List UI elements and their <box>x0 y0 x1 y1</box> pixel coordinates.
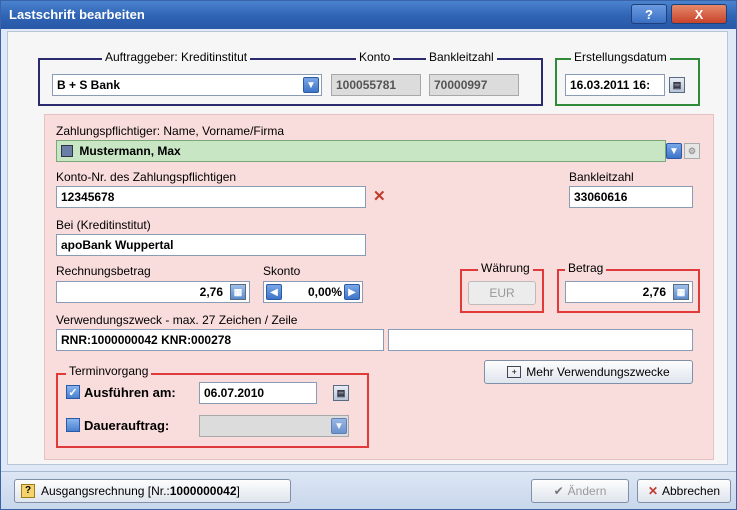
ausfuehren-label: Ausführen am: <box>84 385 176 400</box>
footer-bar: ? Ausgangsrechnung [Nr.: 1000000042 ] ✔ … <box>1 471 736 509</box>
ausfuehren-calendar-icon[interactable]: ▤ <box>333 385 349 401</box>
dialog-content: Auftraggeber: Kreditinstitut Konto Bankl… <box>7 31 728 465</box>
bankleitzahl-field[interactable]: 33060616 <box>569 186 693 208</box>
abbrechen-label: Abbrechen <box>662 484 721 498</box>
auftraggeber-label: Auftraggeber: Kreditinstitut <box>102 50 251 64</box>
kontonr-field[interactable]: 12345678 <box>56 186 366 208</box>
dauerauftrag-dropdown-icon: ▼ <box>331 418 347 434</box>
waehrung-button: EUR <box>468 281 536 305</box>
mehr-verwendungszwecke-button[interactable]: + Mehr Verwendungszwecke <box>484 360 693 384</box>
terminvorgang-label: Terminvorgang <box>66 364 152 378</box>
error-x-icon: ✕ <box>373 188 386 205</box>
rechnungsbetrag-value: 2,76 <box>199 285 223 299</box>
erstellungsdatum-label: Erstellungsdatum <box>571 50 670 64</box>
ausgangsrechnung-number: 1000000042 <box>169 484 237 498</box>
bank-dropdown-icon[interactable]: ▼ <box>303 77 319 93</box>
title-bar: Lastschrift bearbeiten ? X <box>1 1 736 29</box>
bankleitzahl-label: Bankleitzahl <box>569 170 634 184</box>
skonto-label: Skonto <box>263 264 301 278</box>
bank-select[interactable]: B + S Bank <box>52 74 322 96</box>
ausgangsrechnung-label: Ausgangsrechnung [Nr.: <box>41 484 170 498</box>
aendern-label: Ändern <box>567 484 607 498</box>
zahlungspflichtiger-label: Zahlungspflichtiger: Name, Vorname/Firma <box>56 124 285 138</box>
konto-field: 100055781 <box>331 74 421 96</box>
cancel-x-icon: ✕ <box>647 484 658 498</box>
kontonr-label: Konto-Nr. des Zahlungspflichtigen <box>56 170 237 184</box>
close-button[interactable]: X <box>671 4 727 24</box>
bankleitzahl-header-field: 70000997 <box>429 74 519 96</box>
ausgangsrechnung-end: ] <box>236 484 240 498</box>
address-book-icon[interactable]: ⚙ <box>684 143 700 159</box>
dauerauftrag-checkbox[interactable] <box>66 418 80 432</box>
zahlungspflichtiger-select[interactable]: Mustermann, Max <box>56 140 666 162</box>
konto-label: Konto <box>356 50 394 64</box>
calculator-icon[interactable]: ▦ <box>230 284 246 300</box>
skonto-value: 0,00% <box>307 285 342 299</box>
mehr-verwendungszwecke-label: Mehr Verwendungszwecke <box>526 365 670 379</box>
rechnungsbetrag-field[interactable]: 2,76 <box>56 281 250 303</box>
person-icon <box>61 145 73 157</box>
expand-list-icon: + <box>507 366 522 378</box>
help-question-icon: ? <box>21 484 35 498</box>
betrag-calculator-icon[interactable]: ▦ <box>673 284 689 300</box>
betrag-label: Betrag <box>565 261 607 275</box>
aendern-button: ✔ Ändern <box>531 479 629 503</box>
zahlungspflichtiger-value: Mustermann, Max <box>79 144 181 158</box>
bei-label: Bei (Kreditinstitut) <box>56 218 151 232</box>
abbrechen-button[interactable]: ✕ Abbrechen <box>637 479 731 503</box>
verwendungszweck-field-1[interactable]: RNR:1000000042 KNR:000278 <box>56 329 384 351</box>
verwendungszweck-field-2[interactable] <box>388 329 693 351</box>
erstellungsdatum-calendar-icon[interactable]: ▤ <box>669 77 685 93</box>
ausfuehren-checkbox[interactable]: ✓ <box>66 385 80 399</box>
help-button[interactable]: ? <box>631 4 667 24</box>
zahlungspflichtiger-dropdown-icon[interactable]: ▼ <box>666 143 682 159</box>
skonto-increment-icon[interactable]: ▶ <box>344 284 360 300</box>
betrag-value: 2,76 <box>642 285 666 299</box>
checkmark-icon: ✔ <box>553 484 564 498</box>
window-title: Lastschrift bearbeiten <box>9 7 145 22</box>
erstellungsdatum-field[interactable]: 16.03.2011 16: <box>565 74 665 96</box>
ausgangsrechnung-button[interactable]: ? Ausgangsrechnung [Nr.: 1000000042 ] <box>14 479 291 503</box>
dauerauftrag-label: Dauerauftrag: <box>84 418 170 433</box>
skonto-decrement-icon[interactable]: ◀ <box>266 284 282 300</box>
dialog-window: Lastschrift bearbeiten ? X Auftraggeber:… <box>0 0 737 510</box>
rechnungsbetrag-label: Rechnungsbetrag <box>56 264 151 278</box>
waehrung-label: Währung <box>478 261 533 275</box>
bank-select-value: B + S Bank <box>57 78 121 92</box>
verwendungszweck-label: Verwendungszweck - max. 27 Zeichen / Zei… <box>56 313 298 327</box>
bei-field[interactable]: apoBank Wuppertal <box>56 234 366 256</box>
ausfuehren-date-field[interactable]: 06.07.2010 <box>199 382 317 404</box>
bankleitzahl-header-label: Bankleitzahl <box>426 50 497 64</box>
dauerauftrag-select <box>199 415 349 437</box>
